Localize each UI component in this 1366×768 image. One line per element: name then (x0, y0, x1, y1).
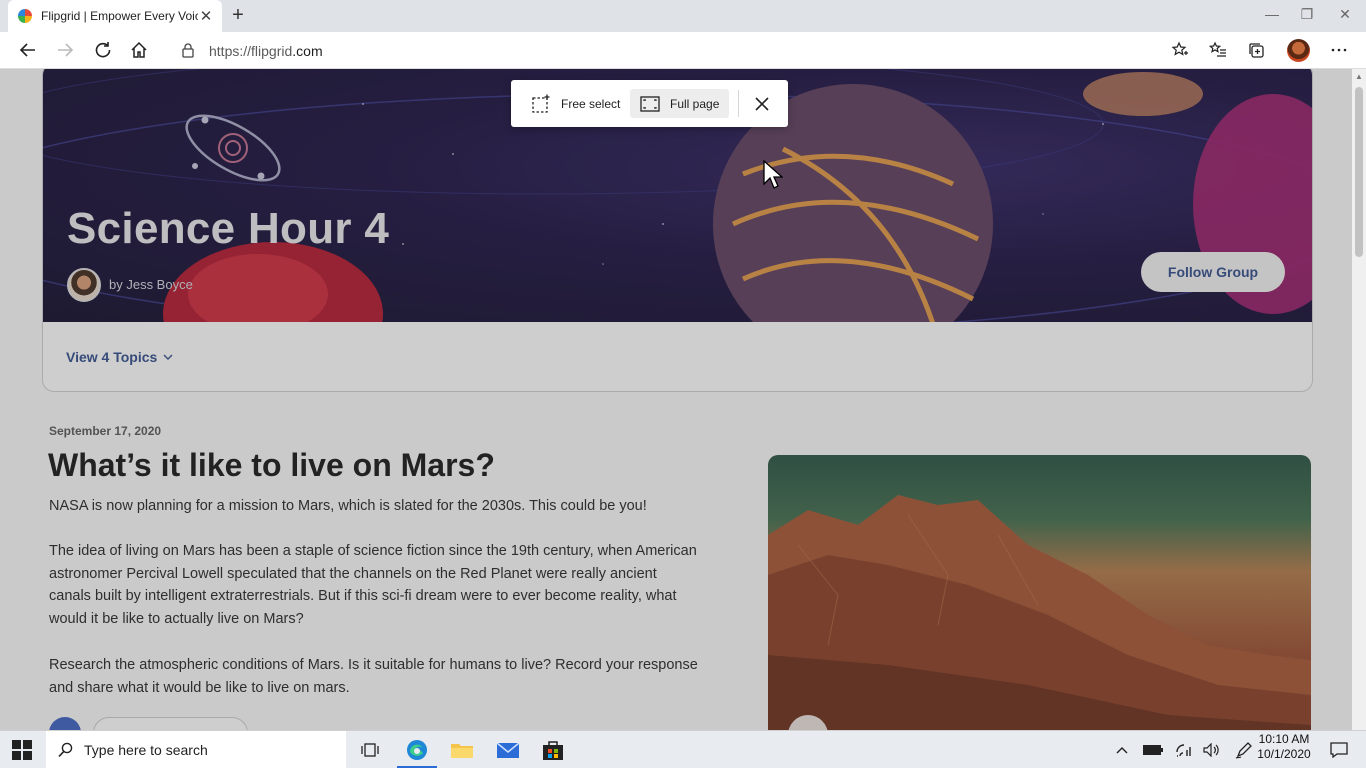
capture-divider (738, 90, 739, 117)
full-page-button[interactable]: Full page (630, 89, 730, 118)
mail-icon (496, 742, 520, 758)
scroll-up-arrow-icon[interactable]: ▲ (1355, 72, 1363, 81)
favorites-button[interactable] (1206, 38, 1230, 62)
taskbar-search-placeholder: Type here to search (84, 742, 208, 758)
refresh-icon (95, 42, 111, 58)
battery-icon (1143, 745, 1163, 755)
windows-start-icon[interactable] (12, 740, 32, 760)
volume-button[interactable] (1201, 740, 1223, 760)
close-icon (755, 97, 769, 111)
action-center-button[interactable] (1328, 740, 1350, 760)
mouse-cursor-icon (763, 160, 783, 189)
clock-time: 10:10 AM (1258, 732, 1310, 746)
taskbar-clock[interactable]: 10:10 AM 10/1/2020 (1254, 732, 1314, 762)
favorite-star-button[interactable] (1168, 38, 1192, 62)
file-explorer-button[interactable] (440, 735, 484, 765)
capture-close-button[interactable] (750, 92, 774, 116)
lock-icon (182, 43, 194, 58)
folder-icon (451, 744, 473, 758)
url-domain: .com (292, 43, 323, 59)
restore-button[interactable]: ❐ (1297, 4, 1317, 24)
capture-dim-overlay (0, 69, 1352, 730)
task-view-icon (361, 743, 379, 757)
windows-taskbar: Type here to search 10:10 AM 10/1/2020 (0, 730, 1366, 768)
network-button[interactable] (1172, 740, 1194, 760)
forward-arrow-icon (58, 43, 74, 57)
mail-app-button[interactable] (486, 735, 530, 765)
favorites-list-icon (1209, 41, 1226, 57)
tab-flipgrid[interactable]: Flipgrid | Empower Every Voice ✕ (8, 0, 222, 32)
more-dots-icon (1331, 48, 1347, 52)
tab-title: Flipgrid | Empower Every Voice (41, 9, 198, 23)
taskbar-search-box[interactable]: Type here to search (46, 731, 346, 768)
url-text[interactable]: https://flipgrid.com (209, 43, 323, 59)
new-tab-button[interactable]: + (228, 4, 248, 28)
notification-icon (1330, 742, 1348, 758)
free-select-label: Free select (561, 96, 621, 111)
search-icon (58, 742, 73, 758)
web-capture-toolbar: Free select Full page (511, 80, 788, 127)
home-button[interactable] (127, 38, 151, 62)
show-hidden-icons-button[interactable] (1111, 740, 1133, 760)
flipgrid-favicon-icon (18, 9, 32, 23)
minimize-button[interactable]: — (1262, 4, 1282, 24)
edge-app-button[interactable] (395, 735, 439, 768)
star-add-icon (1171, 41, 1188, 56)
back-arrow-icon (19, 43, 35, 57)
pen-workspace-button[interactable] (1233, 740, 1255, 760)
clock-date: 10/1/2020 (1257, 747, 1311, 761)
store-app-button[interactable] (531, 735, 575, 765)
store-bag-icon (543, 741, 563, 760)
pen-icon (1235, 742, 1252, 759)
battery-button[interactable] (1142, 740, 1164, 760)
browser-tab-strip: Flipgrid | Empower Every Voice ✕ + — ❐ ✕ (0, 0, 1366, 32)
home-icon (131, 41, 147, 58)
collections-icon (1249, 43, 1264, 58)
refresh-button[interactable] (91, 38, 115, 62)
profile-avatar[interactable] (1287, 39, 1310, 62)
url-prefix: https://flipgrid (209, 43, 293, 59)
settings-more-button[interactable] (1327, 38, 1351, 62)
speaker-icon (1203, 743, 1219, 757)
browser-toolbar: https://flipgrid.com (0, 32, 1366, 69)
back-button[interactable] (16, 38, 40, 62)
forward-button[interactable] (53, 38, 77, 62)
edge-browser-icon (407, 740, 427, 760)
task-view-button[interactable] (349, 735, 393, 765)
address-bar[interactable]: https://flipgrid.com (168, 36, 1204, 65)
close-window-button[interactable]: ✕ (1335, 4, 1355, 24)
wifi-icon (1176, 744, 1191, 757)
page-scrollbar[interactable]: ▲ (1352, 69, 1366, 730)
collections-button[interactable] (1244, 38, 1268, 62)
full-page-label: Full page (670, 96, 720, 111)
tab-close-button[interactable]: ✕ (198, 7, 214, 25)
free-select-icon (532, 94, 550, 113)
scrollbar-thumb[interactable] (1355, 87, 1363, 257)
chevron-up-icon (1116, 747, 1128, 754)
full-page-icon (640, 95, 660, 112)
free-select-button[interactable]: Free select (521, 89, 630, 118)
